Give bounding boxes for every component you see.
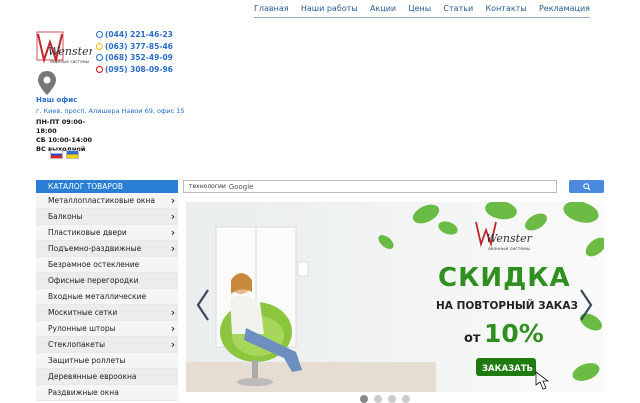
catalog-item-label: Рулонные шторы — [48, 324, 116, 333]
catalog-item-label: Офисные перегородки — [48, 276, 139, 285]
catalog-item[interactable]: Офисные перегородки — [36, 273, 178, 289]
top-navigation: Главная Наши работы Акции Цены Статьи Контакт… — [254, 0, 590, 18]
phone-list: (044) 221-46-23 (063) 377-85-46 (068) 352-… — [96, 29, 173, 75]
logo-text: Wenster — [48, 45, 92, 58]
search-button[interactable] — [569, 180, 604, 193]
nav-link[interactable]: Наши работы — [301, 4, 358, 13]
chevron-right-icon: › — [170, 210, 176, 223]
catalog-header: КАТАЛОГ ТОВАРОВ — [36, 180, 178, 193]
catalog-item-label: Балконы — [48, 212, 83, 221]
office-title[interactable]: Наш офис — [36, 96, 196, 104]
catalog-item-label: Москитные сетки — [48, 308, 118, 317]
location-pin-icon — [38, 71, 56, 95]
banner-percent: 10% — [484, 319, 544, 348]
phone-number-text: (063) 377-85-46 — [105, 41, 173, 51]
office-hours: ПН-ПТ 09:00-18:00 СБ 10:00-14:00 ВС выхо… — [36, 118, 102, 154]
office-address[interactable]: г. Киев, просп. Алишера Навои 69, офис 1… — [36, 107, 196, 115]
phone-number-text: (044) 221-46-23 — [105, 30, 173, 40]
phone-number-text: (095) 308-09-96 — [105, 64, 173, 74]
catalog-item-label: Подъемно-раздвижные — [48, 244, 142, 253]
operator-icon — [96, 54, 103, 62]
product-catalog: КАТАЛОГ ТОВАРОВ Металлопластиковые окна ›… — [36, 180, 178, 401]
ukrainian-flag-icon[interactable] — [66, 150, 79, 159]
catalog-item-label: Стеклопакеты — [48, 340, 106, 349]
operator-icon — [96, 31, 103, 39]
catalog-item[interactable]: Безрамное остекление — [36, 257, 178, 273]
carousel-dot[interactable] — [388, 395, 396, 403]
banner-line2: НА ПОВТОРНЫЙ ЗАКАЗ — [436, 299, 578, 312]
catalog-item-label: Раздвижные окна — [48, 388, 119, 397]
phone-number[interactable]: (095) 308-09-96 — [96, 64, 173, 76]
chevron-right-icon: › — [170, 338, 176, 351]
catalog-item[interactable]: Входные металлические — [36, 289, 178, 305]
carousel-dots — [360, 395, 410, 403]
catalog-item[interactable]: Пластиковые двери › — [36, 225, 178, 241]
chevron-right-icon: › — [170, 242, 176, 255]
phone-number[interactable]: (068) 352-49-09 — [96, 52, 173, 64]
language-switcher — [50, 150, 79, 159]
chevron-right-icon: › — [170, 194, 176, 207]
search-icon — [582, 182, 591, 191]
operator-icon — [96, 65, 103, 73]
logo-subtext: оконные системы — [50, 59, 89, 64]
catalog-item[interactable]: Защитные роллеты — [36, 353, 178, 369]
catalog-item-label: Защитные роллеты — [48, 356, 126, 365]
catalog-item[interactable]: Стеклопакеты › — [36, 337, 178, 353]
nav-link[interactable]: Рекламация — [539, 4, 590, 13]
catalog-item[interactable]: Металлопластиковые окна › — [36, 193, 178, 209]
catalog-item-label: Деревянные евроокна — [48, 372, 137, 381]
carousel-dot[interactable] — [402, 395, 410, 403]
catalog-item[interactable]: Москитные сетки › — [36, 305, 178, 321]
wenster-logo[interactable]: Wenster оконные системы — [36, 30, 92, 68]
chevron-right-icon: › — [170, 306, 176, 319]
order-button-label: ЗАКАЗАТЬ — [482, 364, 533, 374]
banner-brand-sub: оконные системы — [488, 247, 531, 252]
banner-artwork: Wenster оконные системы СКИДКА НА ПОВТОР… — [186, 202, 604, 392]
promo-banner[interactable]: Wenster оконные системы СКИДКА НА ПОВТОР… — [186, 202, 604, 392]
catalog-item[interactable]: Деревянные евроокна — [36, 369, 178, 385]
carousel-dot[interactable] — [374, 395, 382, 403]
nav-link[interactable]: Акции — [370, 4, 396, 13]
operator-icon — [96, 42, 103, 50]
chevron-right-icon: › — [170, 322, 176, 335]
search-input[interactable]: технологии Google — [183, 180, 557, 193]
hours-weekdays: ПН-ПТ 09:00-18:00 — [36, 118, 86, 135]
catalog-item-label: Безрамное остекление — [48, 260, 140, 269]
office-info: Наш офис г. Киев, просп. Алишера Навои 6… — [36, 96, 196, 154]
catalog-item[interactable]: Балконы › — [36, 209, 178, 225]
catalog-item[interactable]: Подъемно-раздвижные › — [36, 241, 178, 257]
phone-number-text: (068) 352-49-09 — [105, 53, 173, 63]
phone-number[interactable]: (063) 377-85-46 — [96, 41, 173, 53]
catalog-item-label: Металлопластиковые окна — [48, 196, 155, 205]
nav-link[interactable]: Контакты — [485, 4, 526, 13]
banner-brand: Wenster — [486, 232, 533, 245]
hours-saturday: СБ 10:00-14:00 — [36, 136, 93, 144]
catalog-item[interactable]: Рулонные шторы › — [36, 321, 178, 337]
catalog-item-label: Пластиковые двери — [48, 228, 127, 237]
catalog-item-label: Входные металлические — [48, 292, 147, 301]
nav-link[interactable]: Главная — [254, 4, 289, 13]
russian-flag-icon[interactable] — [50, 150, 63, 159]
phone-number[interactable]: (044) 221-46-23 — [96, 29, 173, 41]
search-prefix: технологии — [189, 183, 226, 190]
chevron-right-icon: › — [170, 226, 176, 239]
carousel-dot[interactable] — [360, 395, 368, 403]
catalog-item[interactable]: Раздвижные окна — [36, 385, 178, 401]
nav-link[interactable]: Статьи — [443, 4, 473, 13]
banner-line3-prefix: от — [464, 331, 481, 346]
nav-link[interactable]: Цены — [408, 4, 431, 13]
google-label: Google — [228, 182, 254, 191]
banner-headline: СКИДКА — [438, 263, 571, 293]
catalog-list: Металлопластиковые окна › Балконы › Пластико… — [36, 193, 178, 401]
